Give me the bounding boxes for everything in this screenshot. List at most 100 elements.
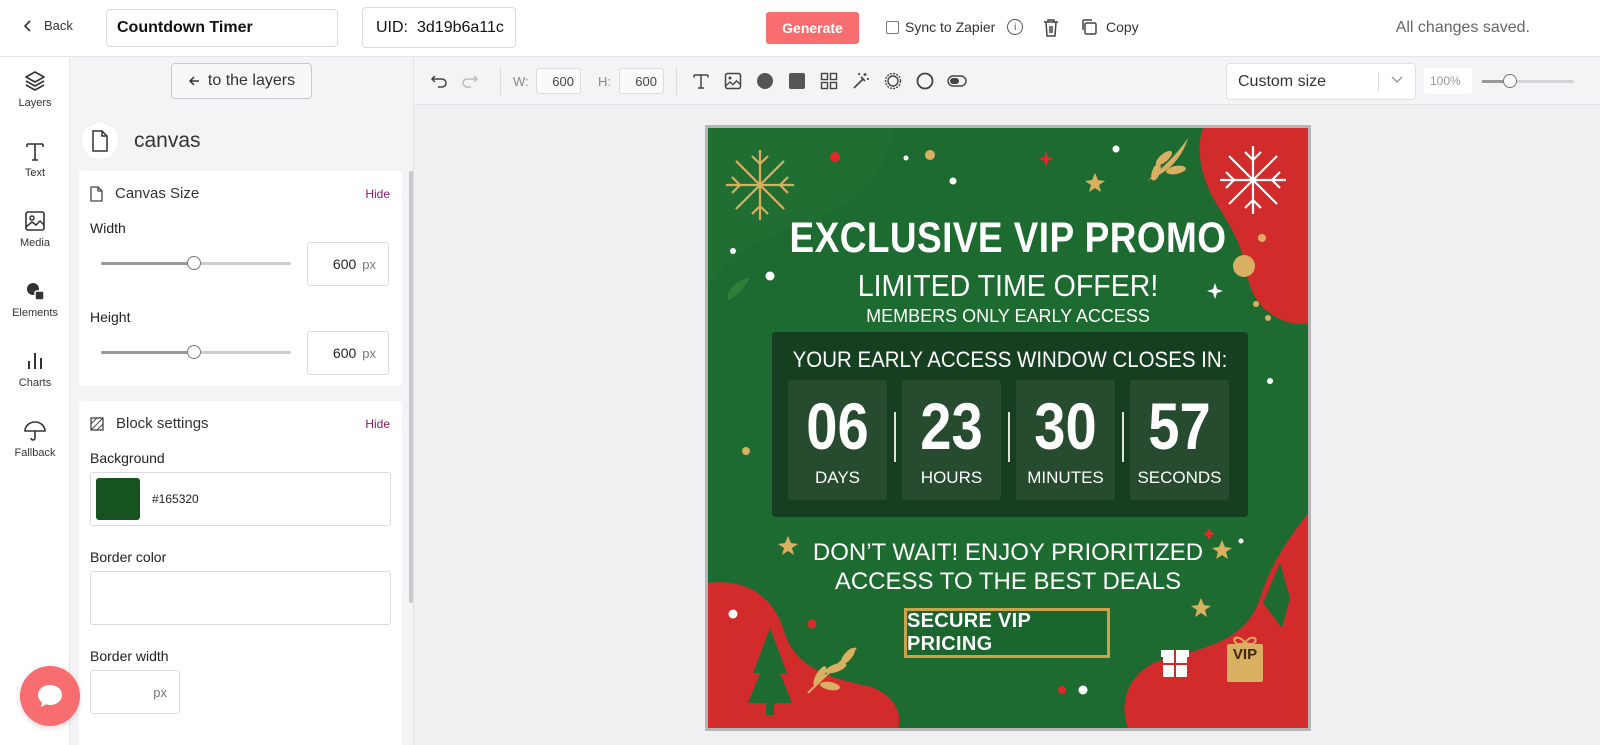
height-slider[interactable] [101,345,291,359]
toggle-icon[interactable] [946,70,968,92]
redo-icon[interactable] [459,70,481,92]
countdown-value: 30 [1034,389,1097,463]
panel-scrollbar[interactable] [409,171,413,603]
top-bar: Back UID: 3d19b6a11c Generate Sync to Za… [0,0,1600,57]
timer-title-input[interactable] [106,9,338,47]
rail-item-layers[interactable]: Layers [0,69,70,109]
height-short-label: H: [598,74,611,89]
grid-tool-icon[interactable] [818,70,840,92]
countdown-unit: MINUTES [1027,468,1104,487]
hide-block-settings-link[interactable]: Hide [365,417,390,431]
chat-button[interactable] [20,666,80,726]
hide-canvas-size-link[interactable]: Hide [365,187,390,201]
height-slider-fill [101,351,195,354]
canvas-size-header: Canvas Size [90,185,199,202]
height-unit: px [362,345,376,361]
magic-wand-icon[interactable] [850,70,872,92]
zoom-input[interactable]: 100% [1424,68,1472,94]
countdown-days: 06 DAYS [788,380,887,500]
block-settings-header: Block settings [90,415,209,432]
width-slider[interactable] [101,256,291,270]
rail-item-elements[interactable]: Elements [0,279,70,319]
background-value: #165320 [152,492,199,506]
width-slider-fill [101,262,195,265]
rail-label: Media [20,237,50,249]
countdown-separator [894,412,896,462]
countdown-unit: HOURS [920,468,983,487]
trash-icon[interactable] [1042,18,1060,38]
width-input[interactable]: 600 px [307,242,389,286]
rail-item-charts[interactable]: Charts [0,349,70,389]
secure-vip-pricing-button[interactable]: SECURE VIP PRICING [904,608,1110,658]
layers-icon [25,71,45,91]
uid-label: UID: [376,18,408,36]
hatch-icon [90,416,104,431]
background-swatch[interactable] [96,478,140,520]
rail-item-text[interactable]: Text [0,139,70,179]
toolbar-divider [500,67,501,95]
rail-label: Elements [12,307,58,319]
editor-toolbar: W: 600 H: 600 Custom size 100% [414,57,1600,105]
copy-button[interactable]: Copy [1080,18,1139,36]
countdown-heading: YOUR EARLY ACCESS WINDOW CLOSES IN: [792,347,1228,372]
width-value: 600 [332,256,357,272]
rail-label: Layers [18,97,52,109]
to-layers-label: to the layers [207,72,296,89]
width-short-label: W: [513,74,529,89]
height-label: Height [90,309,131,325]
settings-panel: to the layers canvas Canvas Size Hide Wi… [70,57,414,745]
countdown-separator [1122,412,1124,462]
border-width-input[interactable]: px [90,670,180,714]
chevron-down-icon [1391,76,1403,83]
square-tool-icon[interactable] [786,70,808,92]
to-layers-button[interactable]: to the layers [171,63,312,99]
info-icon[interactable]: i [1007,19,1024,35]
sync-zapier[interactable]: Sync to Zapier i [886,19,1024,35]
block-settings-card: Block settings Hide Background #165320 B… [79,401,402,745]
circle-outline-icon[interactable] [914,70,936,92]
document-icon [90,185,103,202]
sync-checkbox[interactable] [886,20,899,34]
border-color-field[interactable] [90,571,391,625]
countdown-separator [1008,412,1010,462]
height-input[interactable]: 600 px [307,331,389,375]
generate-button[interactable]: Generate [766,12,859,44]
sync-label: Sync to Zapier [905,19,996,35]
rail-label: Text [24,167,46,179]
rail-item-fallback[interactable]: Fallback [0,419,70,459]
bar-chart-icon [28,353,42,369]
countdown-unit: SECONDS [1137,468,1222,487]
countdown-unit: DAYS [814,468,861,487]
circle-tool-icon[interactable] [754,70,776,92]
toolbar-width-input[interactable]: 600 [536,68,581,94]
width-slider-knob[interactable] [187,256,202,270]
toolbar-divider [676,67,677,95]
canvas-subtitle: LIMITED TIME OFFER! [857,268,1159,303]
back-label: Back [44,18,73,33]
text-tool-icon[interactable] [690,70,712,92]
undo-icon[interactable] [428,70,450,92]
canvas-subtitle-2: MEMBERS ONLY EARLY ACCESS [866,306,1150,326]
back-button[interactable]: Back [22,18,73,33]
toolbar-height-input[interactable]: 600 [619,68,664,94]
uid-value: 3d19b6a11c [417,18,504,36]
design-canvas[interactable]: EXCLUSIVE VIP PROMO LIMITED TIME OFFER! … [705,125,1311,731]
background-label: Background [90,450,165,466]
image-icon [25,211,45,231]
select-divider [1378,72,1379,92]
canvas-title: EXCLUSIVE VIP PROMO [789,214,1227,262]
border-width-label: Border width [90,648,169,664]
rail-item-media[interactable]: Media [0,209,70,249]
countdown-hours: 23 HOURS [902,380,1001,500]
zoom-slider-knob[interactable] [1502,74,1517,88]
size-select[interactable]: Custom size [1226,63,1416,100]
countdown-value: 06 [806,389,869,463]
image-tool-icon[interactable] [722,70,744,92]
countdown-value: 57 [1148,389,1211,463]
ring-tool-icon[interactable] [882,70,904,92]
zoom-slider[interactable] [1482,74,1574,88]
promo-line-1: DON’T WAIT! ENJOY PRIORITIZED [812,539,1204,566]
height-slider-knob[interactable] [187,345,202,359]
arrow-left-icon [188,76,199,86]
background-color-field[interactable]: #165320 [90,472,391,526]
